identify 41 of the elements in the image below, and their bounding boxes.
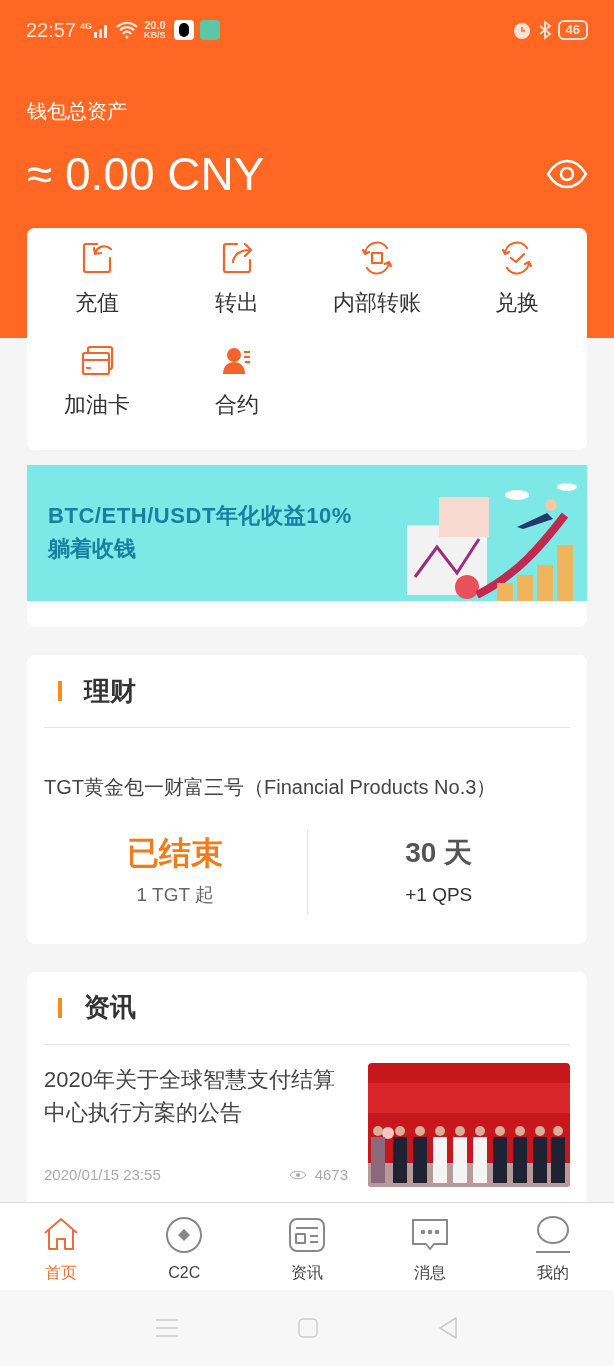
speed-value: 20.0 bbox=[144, 20, 166, 31]
alarm-icon bbox=[511, 20, 532, 40]
view-count: 4673 bbox=[314, 1165, 348, 1185]
total-assets: ≈ 0.00 CNY bbox=[27, 147, 265, 202]
speed-unit: KB/S bbox=[144, 31, 166, 40]
coin-icon bbox=[164, 1215, 205, 1255]
newspaper-icon bbox=[287, 1215, 327, 1255]
tab[interactable]: C2C bbox=[122, 1203, 246, 1290]
news-headline[interactable]: 2020年关于全球智慧支付结算中心执行方案的公告 bbox=[44, 1062, 348, 1129]
menu-icon[interactable] bbox=[156, 1319, 178, 1337]
product-name[interactable]: TGT黄金包一财富三号（Financial Products No.3） bbox=[44, 773, 570, 801]
network-label: 4G bbox=[80, 20, 93, 33]
banner-subline: 躺着收钱 bbox=[48, 535, 137, 563]
eye-icon[interactable] bbox=[546, 159, 588, 189]
product-term: 30 天 bbox=[405, 836, 473, 870]
action-button[interactable]: 充值 bbox=[27, 236, 167, 338]
eye-icon bbox=[288, 1169, 307, 1182]
bluetooth-icon bbox=[537, 20, 552, 40]
back-icon[interactable] bbox=[438, 1317, 458, 1339]
action-button[interactable]: 兑换 bbox=[447, 236, 587, 338]
minimum-amount: 1 TGT 起 bbox=[136, 883, 214, 907]
product-reward: +1 QPS bbox=[405, 883, 473, 907]
action-button[interactable]: 转出 bbox=[167, 236, 307, 338]
section-title: 资讯 bbox=[84, 991, 136, 1024]
tab[interactable]: 资讯 bbox=[245, 1203, 369, 1290]
product-status: 已结束 bbox=[127, 834, 224, 873]
app-icon bbox=[199, 20, 220, 40]
wallet-title: 钱包总资产 bbox=[27, 99, 128, 124]
battery-indicator: 46 bbox=[557, 20, 588, 40]
news-date: 2020/01/15 23:55 bbox=[44, 1165, 161, 1185]
wifi-icon bbox=[116, 21, 139, 39]
action-button[interactable]: 合约 bbox=[167, 338, 307, 440]
section-title: 理财 bbox=[84, 674, 136, 708]
action-button[interactable]: 加油卡 bbox=[27, 338, 167, 440]
app-icon bbox=[173, 20, 194, 40]
home-button-icon[interactable] bbox=[298, 1318, 318, 1338]
tab[interactable]: 消息 bbox=[368, 1203, 492, 1290]
clock: 22:57 bbox=[26, 18, 77, 43]
tab[interactable]: 我的 bbox=[491, 1203, 614, 1290]
action-button[interactable]: 内部转账 bbox=[307, 236, 447, 338]
banner-headline: BTC/ETH/USDT年化收益10% bbox=[48, 502, 352, 530]
